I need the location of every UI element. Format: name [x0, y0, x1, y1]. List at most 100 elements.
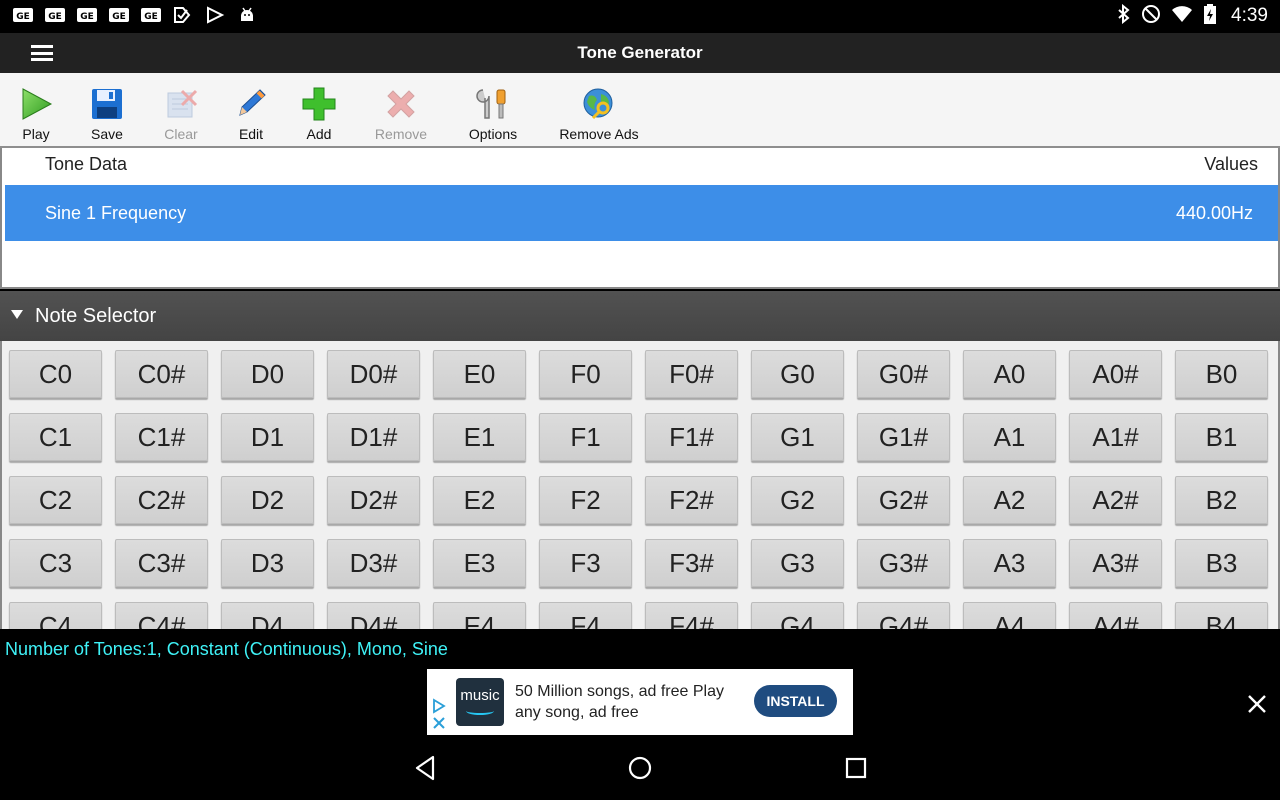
note-button[interactable]: B1 — [1175, 413, 1268, 461]
clock: 4:39 — [1231, 5, 1268, 26]
note-button[interactable]: A4# — [1069, 602, 1162, 629]
note-button[interactable]: D0 — [221, 350, 314, 398]
save-label: Save — [91, 126, 123, 142]
remove-x-icon — [381, 85, 421, 123]
floppy-disk-icon — [87, 85, 127, 123]
note-button[interactable]: D2 — [221, 476, 314, 524]
note-button[interactable]: E0 — [433, 350, 526, 398]
note-button[interactable]: C2 — [9, 476, 102, 524]
options-button[interactable]: Options — [465, 85, 521, 142]
ad-choices-icon[interactable] — [431, 697, 447, 735]
note-button[interactable]: A2 — [963, 476, 1056, 524]
note-button[interactable]: C4 — [9, 602, 102, 629]
note-button[interactable]: A3 — [963, 539, 1056, 587]
note-button[interactable]: G2 — [751, 476, 844, 524]
note-button[interactable]: G1 — [751, 413, 844, 461]
close-ad-icon[interactable] — [1246, 693, 1268, 715]
note-button[interactable]: C0 — [9, 350, 102, 398]
note-button[interactable]: C3 — [9, 539, 102, 587]
note-button[interactable]: E3 — [433, 539, 526, 587]
note-button[interactable]: C3# — [115, 539, 208, 587]
clear-button[interactable]: Clear — [158, 85, 204, 142]
ad-banner[interactable]: music 50 Million songs, ad free Play any… — [427, 669, 853, 735]
note-button[interactable]: F2# — [645, 476, 738, 524]
note-button[interactable]: D2# — [327, 476, 420, 524]
note-button[interactable]: G4# — [857, 602, 950, 629]
values-header: Values — [1204, 154, 1258, 174]
note-button[interactable]: C1# — [115, 413, 208, 461]
note-button[interactable]: F4# — [645, 602, 738, 629]
note-button[interactable]: D4 — [221, 602, 314, 629]
status-line: Number of Tones:1, Constant (Continuous)… — [0, 629, 1280, 669]
ge-icon: GE — [44, 5, 66, 25]
add-label: Add — [306, 126, 332, 142]
note-button[interactable]: F2 — [539, 476, 632, 524]
note-button[interactable]: G0 — [751, 350, 844, 398]
note-button[interactable]: A2# — [1069, 476, 1162, 524]
remove-ads-button[interactable]: Remove Ads — [556, 85, 642, 142]
note-button[interactable]: F3# — [645, 539, 738, 587]
note-button[interactable]: C0# — [115, 350, 208, 398]
edit-button[interactable]: Edit — [230, 85, 272, 142]
note-button[interactable]: F0# — [645, 350, 738, 398]
note-button[interactable]: B3 — [1175, 539, 1268, 587]
home-icon[interactable] — [625, 753, 655, 783]
tone-row-value: 440.00Hz — [1175, 203, 1253, 223]
note-button[interactable]: G2# — [857, 476, 950, 524]
note-button[interactable]: A0# — [1069, 350, 1162, 398]
recents-icon[interactable] — [841, 753, 871, 783]
note-button[interactable]: G3 — [751, 539, 844, 587]
note-button[interactable]: F0 — [539, 350, 632, 398]
play-store-icon — [204, 5, 226, 25]
note-button[interactable]: A1 — [963, 413, 1056, 461]
back-icon[interactable] — [410, 753, 440, 783]
note-button[interactable]: G4 — [751, 602, 844, 629]
remove-ads-label: Remove Ads — [559, 126, 639, 142]
play-button[interactable]: Play — [15, 85, 57, 142]
note-button[interactable]: D4# — [327, 602, 420, 629]
status-bar: GE GE GE GE GE 4:39 — [0, 0, 1280, 33]
note-button[interactable]: A1# — [1069, 413, 1162, 461]
note-button[interactable]: G1# — [857, 413, 950, 461]
note-button[interactable]: B0 — [1175, 350, 1268, 398]
note-button[interactable]: B2 — [1175, 476, 1268, 524]
note-button[interactable]: A0 — [963, 350, 1056, 398]
clear-icon — [161, 85, 201, 123]
note-button[interactable]: G3# — [857, 539, 950, 587]
note-selector-header[interactable]: Note Selector — [0, 291, 1280, 341]
note-button[interactable]: E2 — [433, 476, 526, 524]
note-button[interactable]: A4 — [963, 602, 1056, 629]
add-button[interactable]: Add — [298, 85, 340, 142]
note-button[interactable]: E1 — [433, 413, 526, 461]
remove-button[interactable]: Remove — [372, 85, 430, 142]
note-button[interactable]: B4 — [1175, 602, 1268, 629]
note-grid: C0 C0# D0 D0# E0 F0 F0# G0 G0# A0 A0# B0 C1 C1# D1 D1# E… — [0, 341, 1280, 629]
ad-logo-text: music — [460, 687, 500, 704]
note-button[interactable]: F4 — [539, 602, 632, 629]
save-button[interactable]: Save — [86, 85, 128, 142]
note-button[interactable]: C1 — [9, 413, 102, 461]
do-not-disturb-icon — [1141, 4, 1161, 29]
note-button[interactable]: F1# — [645, 413, 738, 461]
note-button[interactable]: C2# — [115, 476, 208, 524]
ad-text: 50 Million songs, ad free Play any song,… — [515, 683, 724, 721]
amazon-music-logo: music — [456, 678, 504, 726]
check-flag-icon — [172, 5, 194, 25]
note-button[interactable]: D0# — [327, 350, 420, 398]
note-button[interactable]: F1 — [539, 413, 632, 461]
note-button[interactable]: G0# — [857, 350, 950, 398]
note-button[interactable]: D3# — [327, 539, 420, 587]
navigation-bar — [0, 735, 1280, 800]
note-button[interactable]: D3 — [221, 539, 314, 587]
app-title: Tone Generator — [577, 43, 703, 62]
note-selector-title: Note Selector — [35, 305, 157, 327]
options-tools-icon — [473, 85, 513, 123]
note-button[interactable]: C4# — [115, 602, 208, 629]
note-button[interactable]: D1 — [221, 413, 314, 461]
note-button[interactable]: E4 — [433, 602, 526, 629]
install-button[interactable]: INSTALL — [754, 685, 837, 717]
note-button[interactable]: D1# — [327, 413, 420, 461]
note-button[interactable]: A3# — [1069, 539, 1162, 587]
note-button[interactable]: F3 — [539, 539, 632, 587]
table-row[interactable]: Sine 1 Frequency 440.00Hz — [5, 185, 1278, 241]
